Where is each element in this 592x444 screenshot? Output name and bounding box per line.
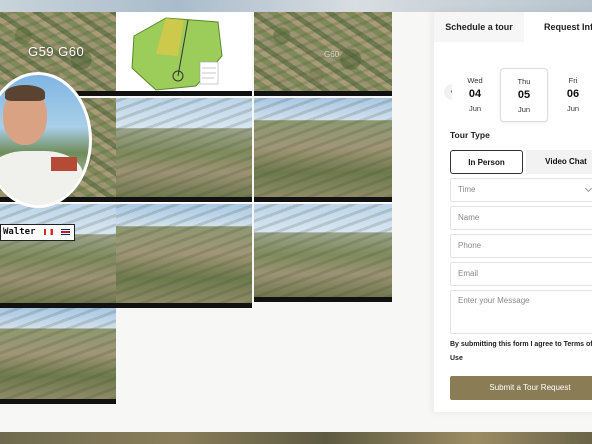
video-chat-button[interactable]: Video Chat (526, 150, 592, 174)
presenter-hair (5, 85, 45, 101)
gallery-photo[interactable] (0, 308, 116, 404)
tour-type-label: Tour Type (450, 130, 490, 140)
date-option-selected[interactable]: Thu 05 Jun (500, 68, 548, 122)
in-person-button[interactable]: In Person (450, 150, 523, 174)
photo-lot-label: G60 (324, 50, 340, 59)
date-day: Fri (568, 76, 578, 85)
name-placeholder: Name (458, 213, 480, 222)
time-placeholder: Time (458, 185, 476, 194)
background-ground-strip (0, 432, 592, 444)
date-month: Jun (468, 104, 482, 113)
gallery-photo[interactable] (254, 204, 392, 302)
costa-rica-flag-icon (61, 228, 71, 235)
presenter-name: Walter (3, 227, 36, 237)
site-map-image (131, 17, 223, 91)
background-sky-strip (0, 0, 592, 12)
gallery-photo[interactable] (254, 98, 392, 202)
schedule-tour-panel: Schedule a tour Request Info ‹ Wed 04 Ju… (434, 12, 592, 412)
email-placeholder: Email (458, 269, 479, 278)
photo-lot-label: G59 G60 (28, 44, 85, 59)
presenter-name-tag: Walter (0, 224, 76, 241)
date-day: Wed (467, 76, 483, 85)
gallery-site-map[interactable] (116, 12, 252, 96)
phone-placeholder: Phone (458, 241, 482, 250)
message-placeholder: Enter your Message (458, 296, 530, 305)
tab-request-info[interactable]: Request Info (544, 12, 592, 42)
chevron-down-icon (584, 184, 592, 193)
date-picker: ‹ Wed 04 Jun Thu 05 Jun Fri 06 Jun (434, 68, 592, 122)
date-option[interactable]: Wed 04 Jun (452, 68, 498, 120)
terms-text: By submitting this form I agree to Terms… (450, 341, 592, 362)
date-month: Jun (566, 104, 580, 113)
time-select[interactable]: Time (450, 178, 592, 202)
date-option[interactable]: Fri 06 Jun (550, 68, 592, 120)
date-number: 05 (517, 89, 531, 101)
gallery-photo[interactable]: G60 (254, 12, 392, 96)
date-month: Jun (517, 105, 531, 114)
name-field[interactable]: Name (450, 206, 592, 230)
listing-page: G59 G60 G60 Walter Schedule a tour Reque… (0, 12, 592, 432)
tab-schedule-tour[interactable]: Schedule a tour (434, 12, 524, 42)
gallery-photo[interactable] (116, 204, 252, 308)
phone-field[interactable]: Phone (450, 234, 592, 258)
gallery-photo[interactable] (0, 204, 116, 308)
panel-tabs: Schedule a tour Request Info (434, 12, 592, 42)
email-field[interactable]: Email (450, 262, 592, 286)
date-day: Thu (517, 77, 531, 86)
date-number: 04 (468, 88, 482, 100)
gallery-photo[interactable] (116, 98, 252, 202)
background-house (51, 157, 77, 171)
message-field[interactable]: Enter your Message (450, 290, 592, 334)
submit-tour-request-button[interactable]: Submit a Tour Request (450, 376, 592, 400)
canada-flag-icon (43, 228, 53, 235)
date-number: 06 (566, 88, 580, 100)
